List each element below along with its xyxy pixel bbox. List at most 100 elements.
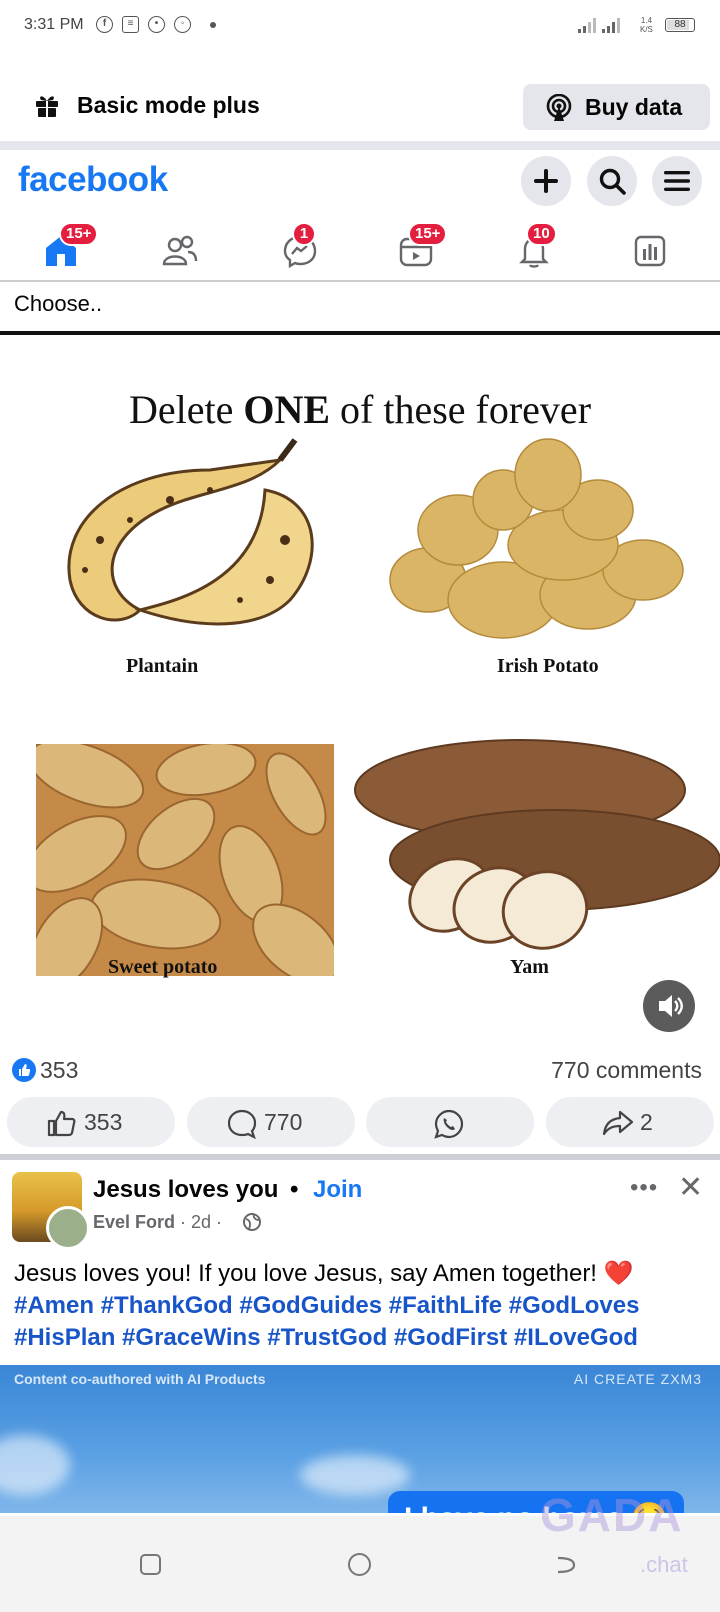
ai-create-caption: AI CREATE ZXM3 — [573, 1371, 702, 1387]
news-notification-icon: ≡ — [122, 16, 139, 33]
tab-messenger[interactable]: 1 — [270, 222, 330, 272]
like-button[interactable]: 353 — [7, 1097, 175, 1147]
post-time: · 2d · — [180, 1212, 223, 1232]
dashboard-icon — [634, 235, 666, 267]
battery-icon: 88 — [665, 18, 695, 32]
net-speed-unit: K/S — [640, 25, 653, 34]
cloud-shape — [300, 1455, 410, 1495]
post-body: Jesus loves you! If you love Jesus, say … — [14, 1258, 714, 1354]
create-button[interactable] — [521, 156, 571, 206]
post-text: Choose.. — [14, 291, 103, 316]
comment-count: 770 — [264, 1109, 303, 1135]
join-group-button[interactable]: Join — [313, 1176, 362, 1204]
irish-potato-image — [389, 438, 684, 639]
author-name[interactable]: Evel Ford — [93, 1212, 175, 1233]
more-notifications-dot-icon — [210, 22, 216, 28]
divider — [0, 331, 720, 335]
tab-bar: 15+ 1 15+ 10 — [0, 212, 720, 280]
plus-icon — [534, 169, 558, 193]
divider — [0, 141, 720, 150]
basic-mode-title: Basic mode plus — [77, 92, 260, 118]
mute-toggle-button[interactable] — [643, 980, 695, 1032]
speaker-icon — [659, 995, 683, 1017]
headline-bold: ONE — [243, 387, 331, 432]
menu-button[interactable] — [652, 156, 702, 206]
status-bar: 3:31 PM f ≡ • ◦ 1.4 K/S 88 — [0, 0, 720, 52]
yam-image — [354, 739, 720, 950]
group-name[interactable]: Jesus loves you — [93, 1176, 278, 1204]
whatsapp-share-button[interactable] — [366, 1097, 534, 1147]
tab-dashboard[interactable] — [620, 222, 680, 272]
post-actions: 353 770 2 — [0, 1097, 720, 1149]
tab-friends[interactable] — [150, 222, 210, 272]
app-notification-icon: • — [148, 16, 165, 33]
chat-notification-icon: ◦ — [174, 16, 191, 33]
notifications-badge: 10 — [526, 222, 557, 246]
net-speed-value: 1.4 — [640, 16, 653, 25]
comments-summary[interactable]: 770 comments — [551, 1057, 702, 1084]
search-button[interactable] — [587, 156, 637, 206]
cloud-shape — [0, 1435, 70, 1495]
buy-data-label: Buy data — [585, 94, 683, 120]
signal-sim1-icon — [578, 18, 596, 33]
status-time: 3:31 PM — [24, 16, 84, 33]
irish-potato-caption: Irish Potato — [497, 655, 599, 677]
video-badge: 15+ — [408, 222, 448, 246]
whatsapp-icon — [434, 1109, 464, 1139]
home-badge: 15+ — [59, 222, 99, 246]
comment-button[interactable]: 770 — [187, 1097, 355, 1147]
post-image[interactable]: Delete ONE of these forever Plantain Iri… — [0, 352, 720, 1034]
search-icon — [599, 168, 626, 195]
recents-button[interactable] — [140, 1554, 161, 1575]
reaction-summary: 353 770 comments — [0, 1050, 720, 1090]
facebook-notification-icon: f — [96, 16, 113, 33]
signal-sim2-icon — [602, 18, 620, 33]
heart-emoji: ❤️ — [603, 1260, 634, 1287]
comment-icon — [227, 1109, 257, 1139]
tab-home[interactable]: 15+ — [31, 222, 99, 272]
author-avatar[interactable] — [46, 1206, 90, 1250]
watermark-suffix: .chat — [640, 1552, 688, 1577]
network-speed: 1.4 K/S — [640, 16, 653, 34]
home-button[interactable] — [348, 1553, 371, 1576]
divider — [0, 1154, 720, 1160]
facebook-logo[interactable]: facebook — [18, 160, 168, 200]
yam-caption: Yam — [510, 956, 549, 978]
messenger-badge: 1 — [292, 222, 316, 246]
app-header: facebook — [0, 150, 720, 210]
back-button[interactable] — [556, 1554, 576, 1575]
close-icon[interactable]: ✕ — [678, 1170, 703, 1205]
thumbs-up-icon — [47, 1110, 76, 1137]
post-time-value: 2d — [191, 1212, 212, 1232]
ai-content-caption: Content co-authored with AI Products — [14, 1371, 266, 1387]
battery-level: 88 — [674, 19, 686, 30]
globe-icon — [243, 1213, 261, 1231]
more-options-icon[interactable]: ••• — [630, 1174, 658, 1202]
like-reaction-icon — [12, 1058, 36, 1082]
hamburger-menu-icon — [664, 171, 690, 191]
like-count: 353 — [84, 1109, 123, 1135]
separator-dot: • — [290, 1176, 299, 1203]
headline-post: of these forever — [330, 387, 592, 432]
share-button[interactable]: 2 — [546, 1097, 714, 1147]
image-headline: Delete ONE of these forever — [0, 386, 720, 433]
sweet-potato-caption: Sweet potato — [108, 956, 218, 978]
tab-notifications[interactable]: 10 — [504, 222, 564, 272]
plantain-image — [67, 438, 314, 626]
post-body-text: Jesus loves you! If you love Jesus, say … — [14, 1260, 604, 1287]
broadcast-icon — [546, 94, 572, 121]
reactions-count[interactable]: 353 — [40, 1057, 78, 1084]
basic-mode-bar: Basic mode plus Buy data — [0, 70, 720, 138]
post-hashtags[interactable]: #Amen #ThankGod #GodGuides #FaithLife #G… — [14, 1292, 639, 1351]
share-count: 2 — [640, 1109, 653, 1135]
watermark-logo: GADA — [540, 1489, 684, 1541]
gift-icon — [36, 96, 58, 117]
tab-video[interactable]: 15+ — [386, 222, 448, 272]
headline-pre: Delete — [128, 387, 244, 432]
buy-data-button[interactable]: Buy data — [523, 84, 710, 130]
plantain-caption: Plantain — [126, 655, 199, 677]
sweet-potato-image — [36, 744, 334, 976]
divider — [0, 280, 720, 282]
friends-icon — [162, 235, 198, 266]
share-arrow-icon — [602, 1110, 634, 1136]
